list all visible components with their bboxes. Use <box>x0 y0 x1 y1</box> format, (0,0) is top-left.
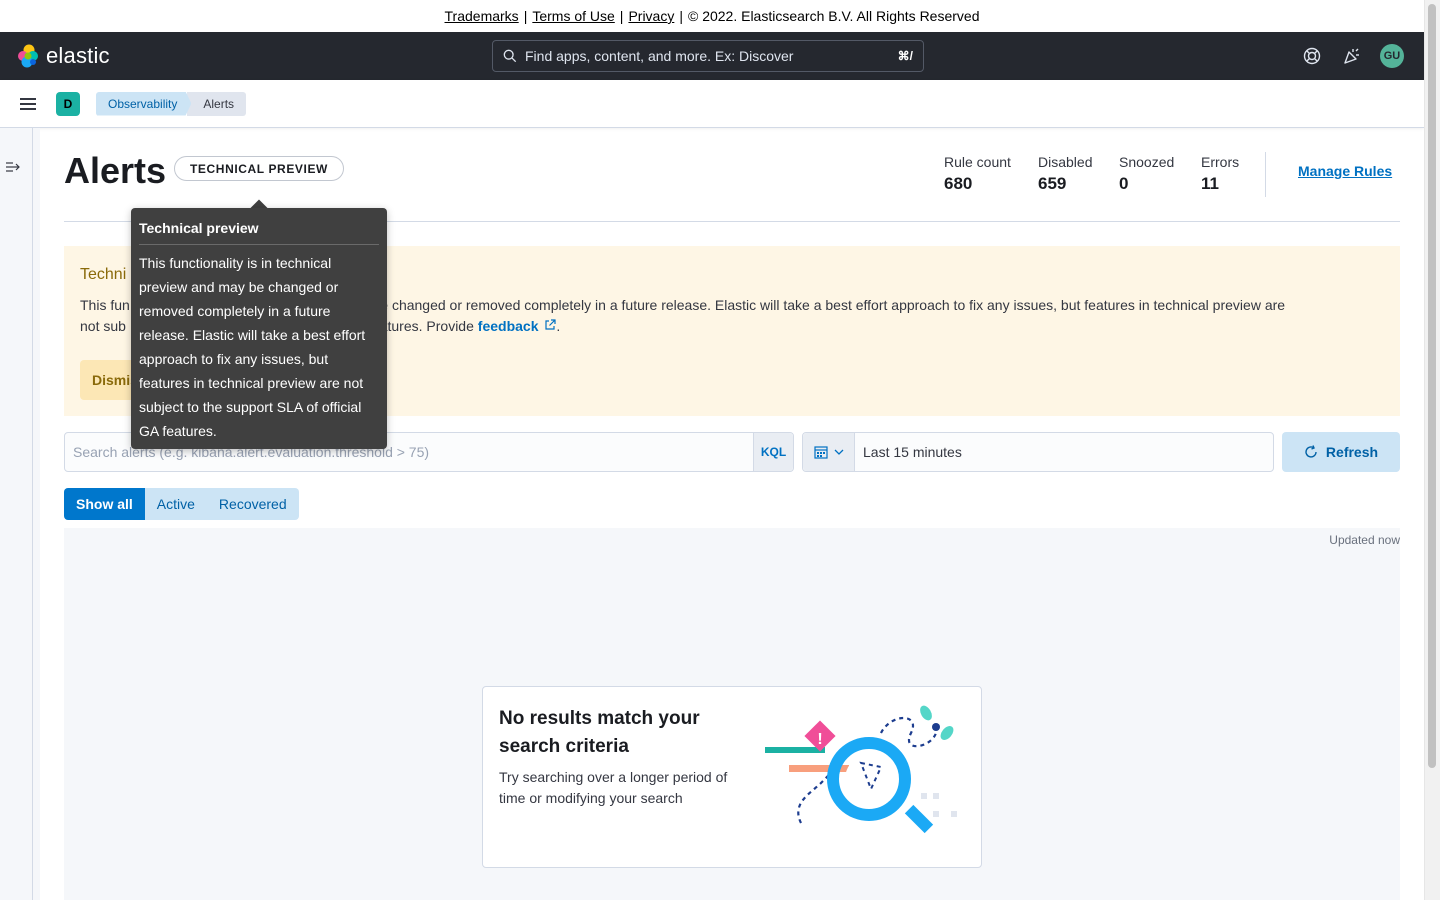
stat-label: Snoozed <box>1119 154 1175 170</box>
empty-state-card: No results match your search criteria Tr… <box>482 686 982 868</box>
elastic-logo[interactable]: elastic <box>16 43 110 69</box>
user-menu-button[interactable]: GU <box>1376 40 1408 72</box>
expand-nav-button[interactable] <box>5 160 21 177</box>
privacy-link[interactable]: Privacy <box>628 8 674 24</box>
stat-label: Rule count <box>944 154 1011 170</box>
tooltip-title: Technical preview <box>139 216 379 245</box>
chevron-down-icon <box>834 449 843 455</box>
no-results-illustration-icon: ! <box>765 705 957 834</box>
global-search[interactable]: ⌘/ <box>492 40 924 72</box>
empty-state-title: No results match your search criteria <box>499 708 700 757</box>
stat-rule-count: Rule count 680 <box>944 154 1011 194</box>
cheer-icon <box>1344 48 1359 64</box>
separator: | <box>679 8 683 24</box>
search-icon <box>503 49 517 63</box>
breadcrumb: Observability Alerts <box>96 91 247 116</box>
help-button[interactable] <box>1296 40 1328 72</box>
updated-status: Updated now <box>1329 533 1400 547</box>
news-feed-button[interactable] <box>1336 40 1368 72</box>
header-actions: GU <box>1288 40 1408 72</box>
copyright-text: © 2022. Elasticsearch B.V. All Rights Re… <box>687 8 980 24</box>
technical-preview-badge[interactable]: TECHNICAL PREVIEW <box>174 156 344 181</box>
callout-title: Techni <box>80 266 127 283</box>
date-range-text[interactable]: Last 15 minutes <box>863 444 962 460</box>
page-title: Alerts <box>64 150 167 191</box>
stat-value: 659 <box>1038 174 1067 193</box>
tooltip-body: This functionality is in technical previ… <box>139 255 366 439</box>
refresh-button[interactable]: Refresh <box>1282 432 1400 472</box>
terms-of-use-link[interactable]: Terms of Use <box>532 8 614 24</box>
calendar-icon <box>813 446 828 459</box>
kql-toggle-button[interactable]: KQL <box>753 433 793 471</box>
quick-date-menu-button[interactable] <box>803 433 855 471</box>
legal-footer-strip: Trademarks | Terms of Use | Privacy | © … <box>0 0 1424 32</box>
user-avatar: GU <box>1380 44 1404 68</box>
filter-active-button[interactable]: Active <box>144 488 207 520</box>
stat-disabled: Disabled 659 <box>1038 154 1092 194</box>
help-lifebuoy-icon <box>1303 47 1321 65</box>
separator: | <box>619 8 624 24</box>
technical-preview-tooltip: Technical preview This functionality is … <box>131 208 387 449</box>
top-header: elastic ⌘/ <box>0 32 1424 80</box>
separator: | <box>523 8 528 24</box>
status-filter-group: Show all Active Recovered <box>64 488 299 520</box>
callout-text: ay be changed or removed completely in a… <box>353 297 1286 313</box>
callout-text: This fun <box>80 297 130 313</box>
stat-label: Errors <box>1201 154 1240 170</box>
keyboard-shortcut: ⌘/ <box>897 49 913 63</box>
date-picker[interactable]: Last 15 minutes <box>802 432 1274 472</box>
manage-rules-link[interactable]: Manage Rules <box>1298 163 1392 179</box>
alerts-results-panel: Updated now No results match your search… <box>64 528 1400 900</box>
stat-value: 0 <box>1119 174 1129 193</box>
feedback-link[interactable]: feedback <box>478 318 557 334</box>
breadcrumb-bar: D Observability Alerts <box>0 80 1424 128</box>
stat-snoozed: Snoozed 0 <box>1119 154 1174 194</box>
refresh-label: Refresh <box>1325 444 1379 460</box>
trademarks-link[interactable]: Trademarks <box>445 8 519 24</box>
brand-name: elastic <box>46 43 110 68</box>
filter-recovered-button[interactable]: Recovered <box>206 488 299 520</box>
breadcrumb-alerts: Alerts <box>187 91 247 116</box>
elastic-logo-icon <box>18 44 38 68</box>
stat-label: Disabled <box>1038 154 1093 170</box>
nav-gutter <box>33 128 40 900</box>
stat-value: 11 <box>1201 174 1219 193</box>
page-scrollbar-thumb[interactable] <box>1428 4 1436 768</box>
hamburger-menu-icon <box>20 97 36 110</box>
stat-value: 680 <box>944 174 973 193</box>
collapsed-side-nav <box>0 128 33 900</box>
space-selector[interactable]: D <box>56 91 80 116</box>
menu-toggle-button[interactable] <box>12 88 44 120</box>
stats-divider <box>1265 152 1266 197</box>
stat-errors: Errors 11 <box>1201 154 1239 194</box>
menu-right-icon <box>6 162 20 172</box>
filter-show-all-button[interactable]: Show all <box>64 488 145 520</box>
global-search-input[interactable] <box>525 48 885 64</box>
refresh-icon <box>1305 445 1317 458</box>
svg-text:!: ! <box>817 731 822 748</box>
empty-state-body: Try searching over a longer period of ti… <box>499 769 728 806</box>
external-link-icon <box>545 319 556 330</box>
breadcrumb-observability[interactable]: Observability <box>96 91 192 116</box>
callout-text: not sub <box>80 318 126 334</box>
callout-text: eatures. Provide <box>371 318 474 334</box>
